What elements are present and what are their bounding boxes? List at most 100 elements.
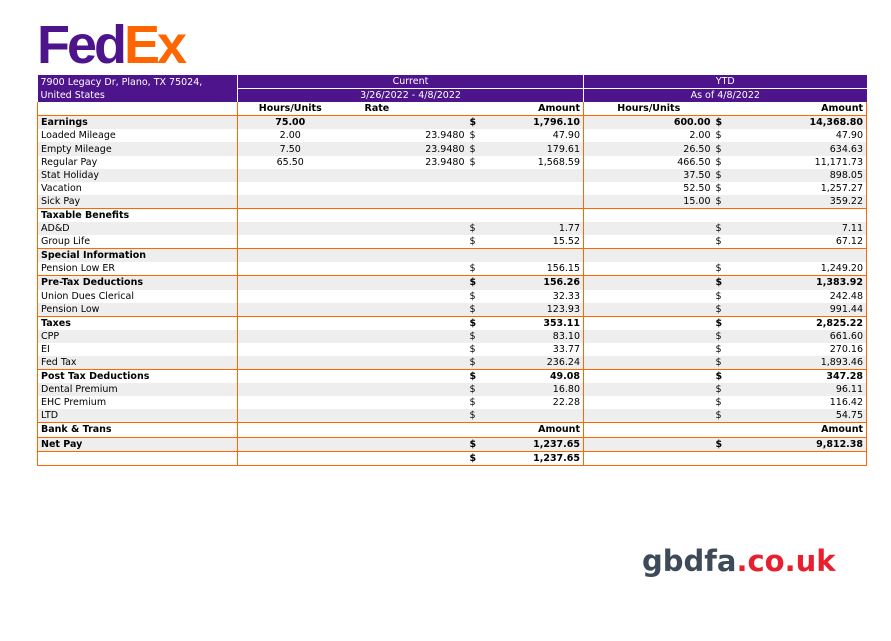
- ytd-currency: $: [715, 290, 722, 302]
- row-bank-trans: Bank & Trans Amount Amount: [37, 422, 868, 438]
- row-union-dues: Union Dues Clerical $ 32.33 $ 242.48: [37, 289, 868, 303]
- fedex-logo: FedEx: [37, 15, 187, 75]
- currency: $: [467, 115, 486, 130]
- ytd-amount: 242.48: [731, 289, 868, 303]
- row-label: Loaded Mileage: [37, 129, 238, 143]
- ytd-hours: 600.00: [583, 115, 714, 130]
- row-vacation: Vacation 52.50 $ 1,257.27: [37, 181, 868, 195]
- ytd-currency: $: [713, 409, 732, 423]
- ytd-currency: $: [715, 156, 722, 168]
- section-label: Net Pay: [37, 436, 238, 452]
- currency: $: [467, 369, 486, 384]
- row-special-information: Special Information: [37, 248, 868, 263]
- currency: $: [469, 156, 476, 168]
- amount: 22.28: [552, 397, 580, 409]
- row-label: Regular Pay: [37, 155, 238, 169]
- row-sick-pay: Sick Pay 15.00 $ 359.22: [37, 194, 868, 209]
- row-label: EHC Premium: [37, 396, 238, 410]
- amount: 1.77: [485, 222, 584, 236]
- ytd-hours: 15.00: [583, 194, 714, 209]
- row-ltd: LTD $ $ 54.75: [37, 409, 868, 423]
- amount: 156.26: [485, 275, 584, 290]
- currency: $: [469, 263, 476, 275]
- ytd-currency: $: [713, 369, 732, 384]
- ytd-amount: 96.11: [731, 383, 868, 397]
- current-period: 3/26/2022 - 4/8/2022: [237, 88, 584, 103]
- row-loaded-mileage: Loaded Mileage 2.00 23.9480 $ 47.90 2.00…: [37, 129, 868, 143]
- ytd-currency: $: [713, 302, 732, 317]
- ytd-amount: 270.16: [731, 342, 868, 356]
- row-cpp: CPP $ 83.10 $ 661.60: [37, 329, 868, 343]
- ytd-currency: $: [715, 182, 722, 194]
- ytd-currency: $: [713, 142, 732, 156]
- row-label: Union Dues Clerical: [37, 289, 238, 303]
- amount: 1,237.65: [485, 436, 584, 452]
- row-pension-low: Pension Low $ 123.93 $ 991.44: [37, 302, 868, 317]
- ytd-amount: 1,257.27: [731, 181, 868, 195]
- ytd-amount: 1,893.46: [731, 355, 868, 370]
- amount: 1,237.65: [485, 450, 584, 466]
- row-label: Fed Tax: [37, 355, 238, 370]
- amount: 1,796.10: [485, 115, 584, 130]
- ytd-amount: 1,249.20: [731, 262, 868, 276]
- amount: 156.15: [546, 263, 580, 275]
- watermark-part1: gbdfa: [642, 544, 737, 578]
- ytd-hours: 2.00: [583, 129, 714, 143]
- ytd-amount: 359.22: [731, 194, 868, 209]
- col-ytd-hours-units: Hours/Units: [583, 102, 714, 117]
- ytd-amount: 9,812.38: [731, 436, 868, 452]
- row-pre-tax-deductions: Pre-Tax Deductions $ 156.26 $ 1,383.92: [37, 275, 868, 290]
- row-label: LTD: [37, 409, 238, 423]
- row-label: Dental Premium: [37, 383, 238, 397]
- ytd-amount: 14,368.80: [731, 115, 868, 130]
- ytd-amount-header: Amount: [731, 422, 868, 438]
- currency: $: [467, 450, 486, 466]
- section-label: Bank & Trans: [37, 422, 238, 438]
- row-earnings: Earnings 75.00 $ 1,796.10 600.00 $ 14,36…: [37, 115, 868, 130]
- col-rate: Rate: [342, 102, 468, 117]
- ytd-amount: 661.60: [731, 329, 868, 343]
- currency: $: [467, 315, 486, 330]
- ytd-currency: $: [713, 115, 732, 130]
- row-ehc-premium: EHC Premium $ 22.28 $ 116.42: [37, 396, 868, 410]
- row-deposit: $ 1,237.65: [37, 450, 868, 466]
- ytd-hours: 37.50: [583, 168, 714, 182]
- row-label: EI: [37, 342, 238, 356]
- ytd-amount: 347.28: [731, 369, 868, 384]
- ytd-amount: 991.44: [731, 302, 868, 317]
- logo-ex: Ex: [124, 15, 187, 75]
- amount: 33.77: [552, 343, 580, 355]
- amount: 47.90: [552, 130, 580, 142]
- row-label: Empty Mileage: [37, 142, 238, 156]
- ytd-currency: $: [713, 168, 732, 182]
- ytd-amount: 54.75: [731, 409, 868, 423]
- amount-header: Amount: [485, 422, 584, 438]
- watermark-part2: .co.uk: [736, 544, 836, 578]
- row-label: Pension Low: [37, 302, 238, 317]
- row-stat-holiday: Stat Holiday 37.50 $ 898.05: [37, 168, 868, 182]
- ytd-currency: $: [713, 315, 732, 330]
- currency: $: [467, 275, 486, 290]
- amount: 83.10: [485, 329, 584, 343]
- row-label: Vacation: [37, 181, 238, 195]
- row-ei: EI $ 33.77 $ 270.16: [37, 342, 868, 356]
- amount: 236.24: [485, 355, 584, 370]
- col-ytd-amount: Amount: [731, 102, 868, 117]
- row-add: AD&D $ 1.77 $ 7.11: [37, 222, 868, 236]
- header-row-top: 7900 Legacy Dr, Plano, TX 75024, United …: [37, 75, 867, 103]
- currency: $: [467, 383, 486, 397]
- col-amount: Amount: [485, 102, 584, 117]
- currency: $: [469, 130, 476, 142]
- section-label: Post Tax Deductions: [37, 369, 238, 384]
- ytd-amount: 47.90: [731, 129, 868, 143]
- currency: $: [469, 343, 476, 355]
- row-label: CPP: [37, 329, 238, 343]
- currency: $: [469, 397, 476, 409]
- rate: 23.9480: [425, 130, 465, 142]
- amount: 123.93: [485, 302, 584, 317]
- currency: $: [467, 302, 486, 317]
- rate: 23.9480: [425, 156, 465, 168]
- ytd-label: YTD: [582, 75, 867, 89]
- hours: 65.50: [237, 155, 343, 169]
- row-regular-pay: Regular Pay 65.50 23.9480 $ 1,568.59 466…: [37, 155, 868, 169]
